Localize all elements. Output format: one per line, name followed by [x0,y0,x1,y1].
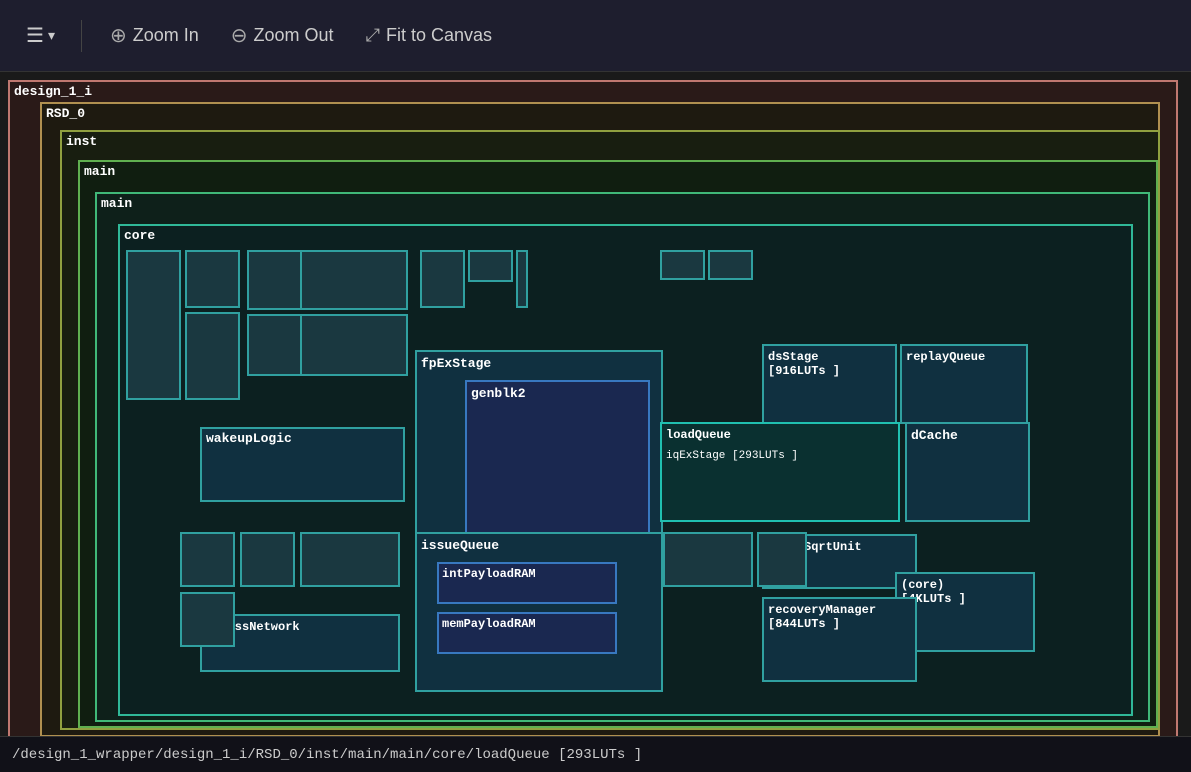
misc-block-2 [240,532,295,587]
zoom-in-icon: ⊕ [110,23,127,48]
iqexstage-label: iqExStage [293LUTs ] [662,446,898,466]
loadqueue-label: loadQueue [662,424,898,446]
top-block-b [247,314,302,376]
design1i-label: design_1_i [14,84,92,99]
small-top-3 [468,250,513,282]
fpexstage-label: fpExStage [417,352,661,375]
statusbar: /design_1_wrapper/design_1_i/RSD_0/inst/… [0,736,1191,772]
left-col-top [126,250,181,400]
dcache-box[interactable]: dCache [905,422,1030,522]
zoom-in-label: Zoom In [133,25,199,46]
zoom-out-label: Zoom Out [254,25,334,46]
recoverymanager-label: recoveryManager [844LUTs ] [764,599,915,635]
toolbar: ☰ ▾ ⊕ Zoom In ⊖ Zoom Out ⤢ Fit to Canvas [0,0,1191,72]
rsd0-label: RSD_0 [46,106,85,121]
menu-icon: ☰ [26,23,44,48]
loadqueue-box[interactable]: loadQueue iqExStage [293LUTs ] [660,422,900,522]
small-top-1 [247,250,302,310]
main-inner-label: main [101,196,132,211]
zoom-out-button[interactable]: ⊖ Zoom Out [219,17,346,54]
canvas-area[interactable]: design_1_i RSD_0 inst main main core wak… [0,72,1191,736]
mempayloadram-label: memPayloadRAM [439,614,615,634]
menu-dropdown-icon: ▾ [48,27,55,44]
misc-block-3 [300,532,400,587]
misc-block-6 [757,532,807,587]
wakeup-logic-box[interactable]: wakeupLogic [200,427,405,502]
left-small-1 [185,250,240,308]
fpexstage-box[interactable]: fpExStage genblk2 [415,350,663,550]
fit-to-canvas-button[interactable]: ⤢ Fit to Canvas [354,19,504,52]
zoom-out-icon: ⊖ [231,23,248,48]
small-top-4 [516,250,528,308]
wakeup-logic-label: wakeupLogic [202,427,296,450]
intpayloadram-label: intPayloadRAM [439,564,615,584]
top-block-a [300,250,408,310]
misc-block-1 [180,532,235,587]
fit-label: Fit to Canvas [386,25,492,46]
issuequeue-box[interactable]: issueQueue intPayloadRAM memPayloadRAM [415,532,663,692]
toolbar-separator [81,20,82,52]
menu-button[interactable]: ☰ ▾ [16,17,65,54]
recoverymanager-box[interactable]: recoveryManager [844LUTs ] [762,597,917,682]
statusbar-path: /design_1_wrapper/design_1_i/RSD_0/inst/… [12,747,642,763]
small-top-5 [660,250,705,280]
zoom-in-button[interactable]: ⊕ Zoom In [98,17,211,54]
left-small-2 [185,312,240,400]
intpayloadram-box[interactable]: intPayloadRAM [437,562,617,604]
misc-block-4 [180,592,235,647]
dcache-label: dCache [907,424,1028,447]
core-luts-label: (core) [4KLUTs ] [897,574,1033,610]
small-top-2 [420,250,465,308]
issuequeue-label: issueQueue [417,534,661,557]
mempayloadram-box[interactable]: memPayloadRAM [437,612,617,654]
core-label: core [124,228,155,243]
small-top-6 [708,250,753,280]
replayqueue-label: replayQueue [902,346,1026,368]
genblk2-box[interactable]: genblk2 [465,380,650,535]
fit-icon: ⤢ [366,25,380,46]
genblk2-label: genblk2 [467,382,648,405]
misc-block-5 [663,532,753,587]
replayqueue-box[interactable]: replayQueue [900,344,1028,424]
dsstage-label: dsStage [916LUTs ] [764,346,895,382]
main-outer-label: main [84,164,115,179]
top-block-c [300,314,408,376]
inst-label: inst [66,134,97,149]
